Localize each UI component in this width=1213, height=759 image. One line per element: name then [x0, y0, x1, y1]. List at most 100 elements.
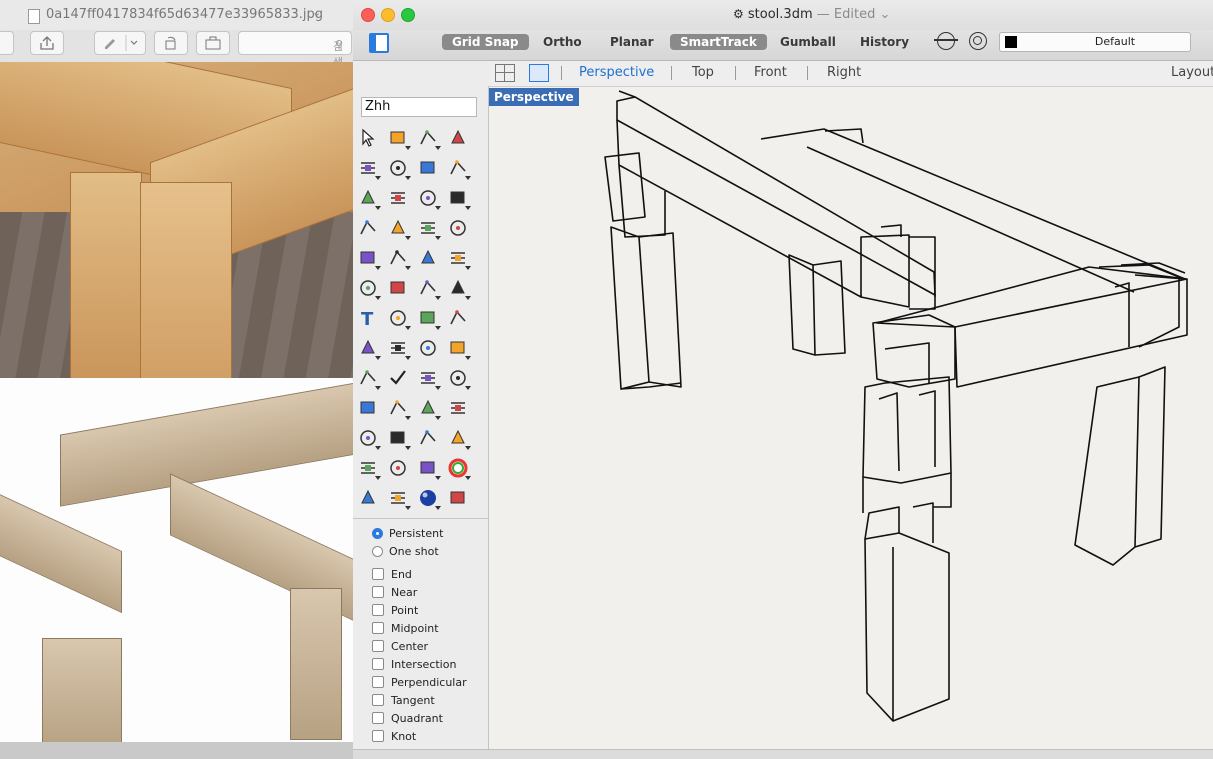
- render-cone-icon[interactable]: [447, 487, 469, 509]
- osnap-intersection[interactable]: Intersection: [372, 658, 456, 671]
- material-icon[interactable]: [417, 457, 441, 480]
- markup-button[interactable]: [94, 31, 146, 55]
- light-icon[interactable]: [357, 457, 381, 480]
- rectangle-icon[interactable]: [447, 157, 471, 180]
- zoom-icon[interactable]: [447, 397, 469, 419]
- single-viewport-icon[interactable]: [529, 64, 549, 82]
- grid-plane-icon[interactable]: [417, 427, 439, 449]
- share-button[interactable]: [30, 31, 64, 55]
- arc-icon[interactable]: [417, 157, 439, 179]
- zoom-window-icon[interactable]: [387, 397, 411, 420]
- gumball-transform-icon[interactable]: [447, 427, 471, 450]
- check-icon[interactable]: [387, 367, 409, 389]
- osnap-center[interactable]: Center: [372, 640, 428, 653]
- preview-filename[interactable]: 0a147ff0417834f65d63477e33965833.jpg: [46, 7, 323, 22]
- move-to-icon[interactable]: [447, 367, 471, 390]
- circle-icon[interactable]: [357, 157, 381, 180]
- layer-dropdown[interactable]: Default: [999, 32, 1191, 52]
- osnap-point[interactable]: Point: [372, 604, 418, 617]
- rotate-button[interactable]: [154, 31, 188, 55]
- persistent-option[interactable]: Persistent: [372, 527, 443, 540]
- grid-snap-toggle[interactable]: Grid Snap: [442, 34, 529, 50]
- rebuild-icon[interactable]: [447, 277, 471, 300]
- osnap-checkbox[interactable]: [372, 568, 384, 580]
- align-icon[interactable]: [447, 337, 471, 360]
- polygon-icon[interactable]: [357, 187, 381, 210]
- extrude-icon[interactable]: [357, 337, 381, 360]
- car-icon[interactable]: [387, 427, 411, 450]
- perspective-viewport[interactable]: Perspective: [489, 87, 1213, 749]
- layouts-tab[interactable]: Layouts: [1171, 65, 1213, 80]
- osnap-checkbox[interactable]: [372, 658, 384, 670]
- explode-icon[interactable]: [357, 247, 381, 270]
- rotate-view-icon[interactable]: [357, 427, 381, 450]
- ellipse-icon[interactable]: [387, 157, 411, 180]
- gumball-toggle[interactable]: Gumball: [770, 34, 846, 50]
- surface-patch-icon[interactable]: [447, 217, 469, 239]
- osnap-near[interactable]: Near: [372, 586, 417, 599]
- render-sphere-icon[interactable]: [357, 487, 379, 509]
- box-icon[interactable]: [357, 217, 379, 239]
- fillet-curve-icon[interactable]: [387, 187, 409, 209]
- lock-icon[interactable]: [387, 457, 409, 479]
- sidebar-toggle-icon[interactable]: [369, 33, 389, 53]
- boolean-icon[interactable]: [387, 247, 411, 270]
- osnap-end[interactable]: End: [372, 568, 412, 581]
- trim-icon[interactable]: [417, 247, 439, 269]
- join-icon[interactable]: [357, 277, 381, 300]
- sphere-icon[interactable]: [387, 217, 411, 240]
- zoom-extents-icon[interactable]: [417, 397, 441, 420]
- text-icon[interactable]: T: [357, 307, 379, 330]
- osnap-checkbox[interactable]: [372, 604, 384, 616]
- color-wheel-icon[interactable]: [447, 457, 471, 480]
- osnap-checkbox[interactable]: [372, 676, 384, 688]
- array-icon[interactable]: [417, 307, 441, 330]
- cylinder-icon[interactable]: [417, 217, 441, 240]
- minimize-window-button[interactable]: [381, 8, 395, 22]
- osnap-checkbox[interactable]: [372, 712, 384, 724]
- polyline-icon[interactable]: [417, 127, 441, 150]
- close-window-button[interactable]: [361, 8, 375, 22]
- osnap-knot[interactable]: Knot: [372, 730, 416, 743]
- tab-front[interactable]: Front: [754, 65, 787, 80]
- tab-top[interactable]: Top: [692, 65, 714, 80]
- smarttrack-toggle[interactable]: SmartTrack: [670, 34, 767, 50]
- ortho-toggle[interactable]: Ortho: [533, 34, 592, 50]
- osnap-icon[interactable]: [969, 32, 987, 50]
- toolbox-button[interactable]: [196, 31, 230, 55]
- group-icon[interactable]: [387, 277, 409, 299]
- preview-search-field[interactable]: ⚲ 검색: [238, 31, 352, 69]
- osnap-perpendicular[interactable]: Perpendicular: [372, 676, 467, 689]
- section-icon[interactable]: [357, 367, 381, 390]
- render-globe-icon[interactable]: [417, 487, 441, 510]
- planar-toggle[interactable]: Planar: [600, 34, 664, 50]
- osnap-checkbox[interactable]: [372, 586, 384, 598]
- persistent-radio[interactable]: [372, 528, 383, 539]
- zoom-in-icon[interactable]: [357, 397, 379, 419]
- dimension-icon[interactable]: [387, 337, 411, 360]
- filter-icon[interactable]: [934, 32, 958, 50]
- zoom-icon[interactable]: [0, 31, 14, 55]
- osnap-checkbox[interactable]: [372, 622, 384, 634]
- split-icon[interactable]: [447, 247, 471, 270]
- osnap-checkbox[interactable]: [372, 640, 384, 652]
- curve-edit-icon[interactable]: [417, 277, 441, 300]
- command-input[interactable]: [361, 97, 477, 117]
- scale-icon[interactable]: [387, 307, 411, 330]
- select-arrow-icon[interactable]: [357, 127, 379, 149]
- tab-right[interactable]: Right: [827, 65, 861, 80]
- document-title[interactable]: ⚙ stool.3dm — Edited ⌄: [733, 7, 890, 22]
- osnap-checkbox[interactable]: [372, 694, 384, 706]
- osnap-tangent[interactable]: Tangent: [372, 694, 435, 707]
- one-shot-option[interactable]: One shot: [372, 545, 439, 558]
- history-toggle[interactable]: History: [850, 34, 919, 50]
- lock-solid-icon[interactable]: [417, 367, 441, 390]
- osnap-quadrant[interactable]: Quadrant: [372, 712, 443, 725]
- four-viewports-icon[interactable]: [495, 64, 515, 82]
- surface-curve-icon[interactable]: [447, 187, 471, 210]
- grid-array-icon[interactable]: [417, 337, 439, 359]
- point-icon[interactable]: [387, 127, 411, 150]
- render-mesh-icon[interactable]: [387, 487, 411, 510]
- osnap-checkbox[interactable]: [372, 730, 384, 742]
- curve-icon[interactable]: [447, 127, 469, 149]
